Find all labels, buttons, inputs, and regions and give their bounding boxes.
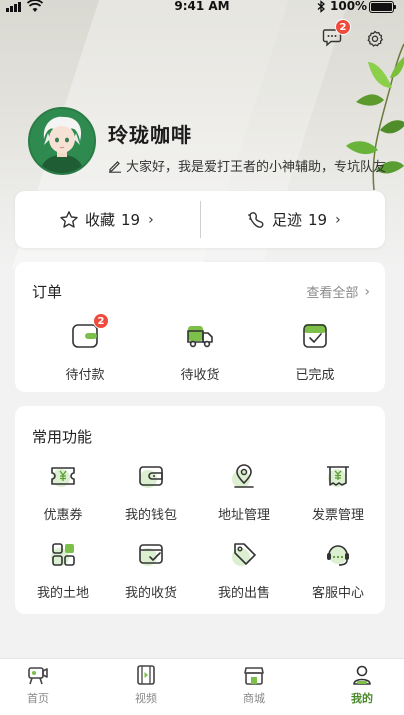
function-label: 我的收货: [124, 586, 177, 601]
check-box-icon: [303, 324, 327, 348]
stats-divider: [200, 201, 201, 238]
tag-icon: [232, 543, 256, 566]
function-label: 客服中心: [311, 586, 364, 601]
battery-percent: 100%: [330, 0, 368, 13]
function-label: 我的出售: [217, 586, 270, 601]
function-label: 我的钱包: [124, 508, 177, 523]
functions-card: 常用功能 优惠券 我的钱包 地址管理 发票管理 我的土地 我的收货 我的出售 客…: [15, 406, 385, 614]
order-label: 待付款: [65, 368, 105, 383]
shop-icon: [244, 667, 264, 685]
favorites-count: 19: [121, 210, 141, 229]
order-pending-payment[interactable]: 2 待付款: [45, 313, 125, 383]
tab-label: 商城: [243, 692, 265, 705]
bluetooth-icon: [317, 0, 325, 13]
customer-service-button[interactable]: 客服中心: [298, 538, 378, 601]
function-label: 我的土地: [36, 586, 89, 601]
invoice-icon: [327, 466, 349, 487]
chevron-right-icon: ›: [335, 211, 341, 228]
received-icon: [139, 544, 163, 566]
video-icon: [137, 665, 155, 685]
footprints-label: 足迹: [272, 211, 303, 229]
truck-icon: [187, 326, 213, 348]
tab-me[interactable]: 我的: [332, 663, 392, 706]
tab-label: 首页: [27, 692, 49, 705]
my-land-button[interactable]: 我的土地: [23, 538, 103, 601]
stats-card: 收藏 19 › 足迹 19 ›: [15, 191, 385, 248]
status-bar: 9:41 AM 100%: [0, 0, 404, 14]
home-cinema-icon: [28, 667, 48, 685]
bottom-tab-bar: 首页 视频 商城 我的: [0, 658, 404, 715]
chevron-right-icon: ›: [364, 283, 370, 300]
headset-icon: [327, 545, 349, 566]
functions-title: 常用功能: [32, 428, 93, 446]
coupon-icon: [51, 467, 75, 487]
tab-video[interactable]: 视频: [116, 663, 176, 706]
profile-bio-row[interactable]: 大家好，我是爱打王者的小神辅助，专坑队友: [108, 156, 404, 175]
invoice-management-button[interactable]: 发票管理: [298, 460, 378, 523]
pending-payment-badge: 2: [93, 313, 109, 329]
tab-label: 视频: [135, 692, 157, 705]
battery-icon: [369, 1, 396, 13]
footprints-count: 19: [308, 210, 328, 229]
function-label: 发票管理: [311, 508, 364, 523]
my-sales-button[interactable]: 我的出售: [204, 538, 284, 601]
orders-card: 订单 查看全部 › 2 待付款 待收货 已完成: [15, 262, 385, 392]
tab-label: 我的: [351, 692, 373, 705]
profile-name: 玲珑咖啡: [108, 123, 192, 147]
orders-title: 订单: [32, 283, 63, 301]
view-all-orders-link[interactable]: 查看全部 ›: [306, 282, 370, 302]
view-all-label: 查看全部: [306, 286, 359, 301]
grid-icon: [51, 543, 75, 566]
favorites-label: 收藏: [85, 211, 116, 229]
star-icon: [60, 210, 78, 228]
profile-icon: [353, 665, 371, 685]
edit-icon: [109, 160, 121, 173]
avatar[interactable]: [28, 107, 96, 175]
favorites-button[interactable]: 收藏 19 ›: [59, 191, 154, 248]
function-label: 优惠券: [43, 508, 83, 523]
address-management-button[interactable]: 地址管理: [204, 460, 284, 523]
avatar-illustration: [30, 109, 94, 173]
footprint-icon: [248, 211, 264, 228]
order-pending-delivery[interactable]: 待收货: [160, 320, 240, 383]
tab-home[interactable]: 首页: [8, 663, 68, 706]
profile-bio: 大家好，我是爱打王者的小神辅助，专坑队友: [126, 160, 387, 175]
order-label: 已完成: [295, 368, 335, 383]
tab-shop[interactable]: 商城: [224, 663, 284, 706]
coupon-button[interactable]: 优惠券: [23, 460, 103, 523]
footprints-button[interactable]: 足迹 19 ›: [246, 191, 341, 248]
my-received-button[interactable]: 我的收货: [111, 538, 191, 601]
location-icon: [232, 464, 254, 488]
message-badge: 2: [335, 19, 351, 35]
wallet-icon: [139, 466, 163, 488]
order-completed[interactable]: 已完成: [275, 320, 355, 383]
chevron-right-icon: ›: [148, 211, 154, 228]
order-label: 待收货: [180, 368, 220, 383]
wallet-button[interactable]: 我的钱包: [111, 460, 191, 523]
function-label: 地址管理: [217, 508, 270, 523]
